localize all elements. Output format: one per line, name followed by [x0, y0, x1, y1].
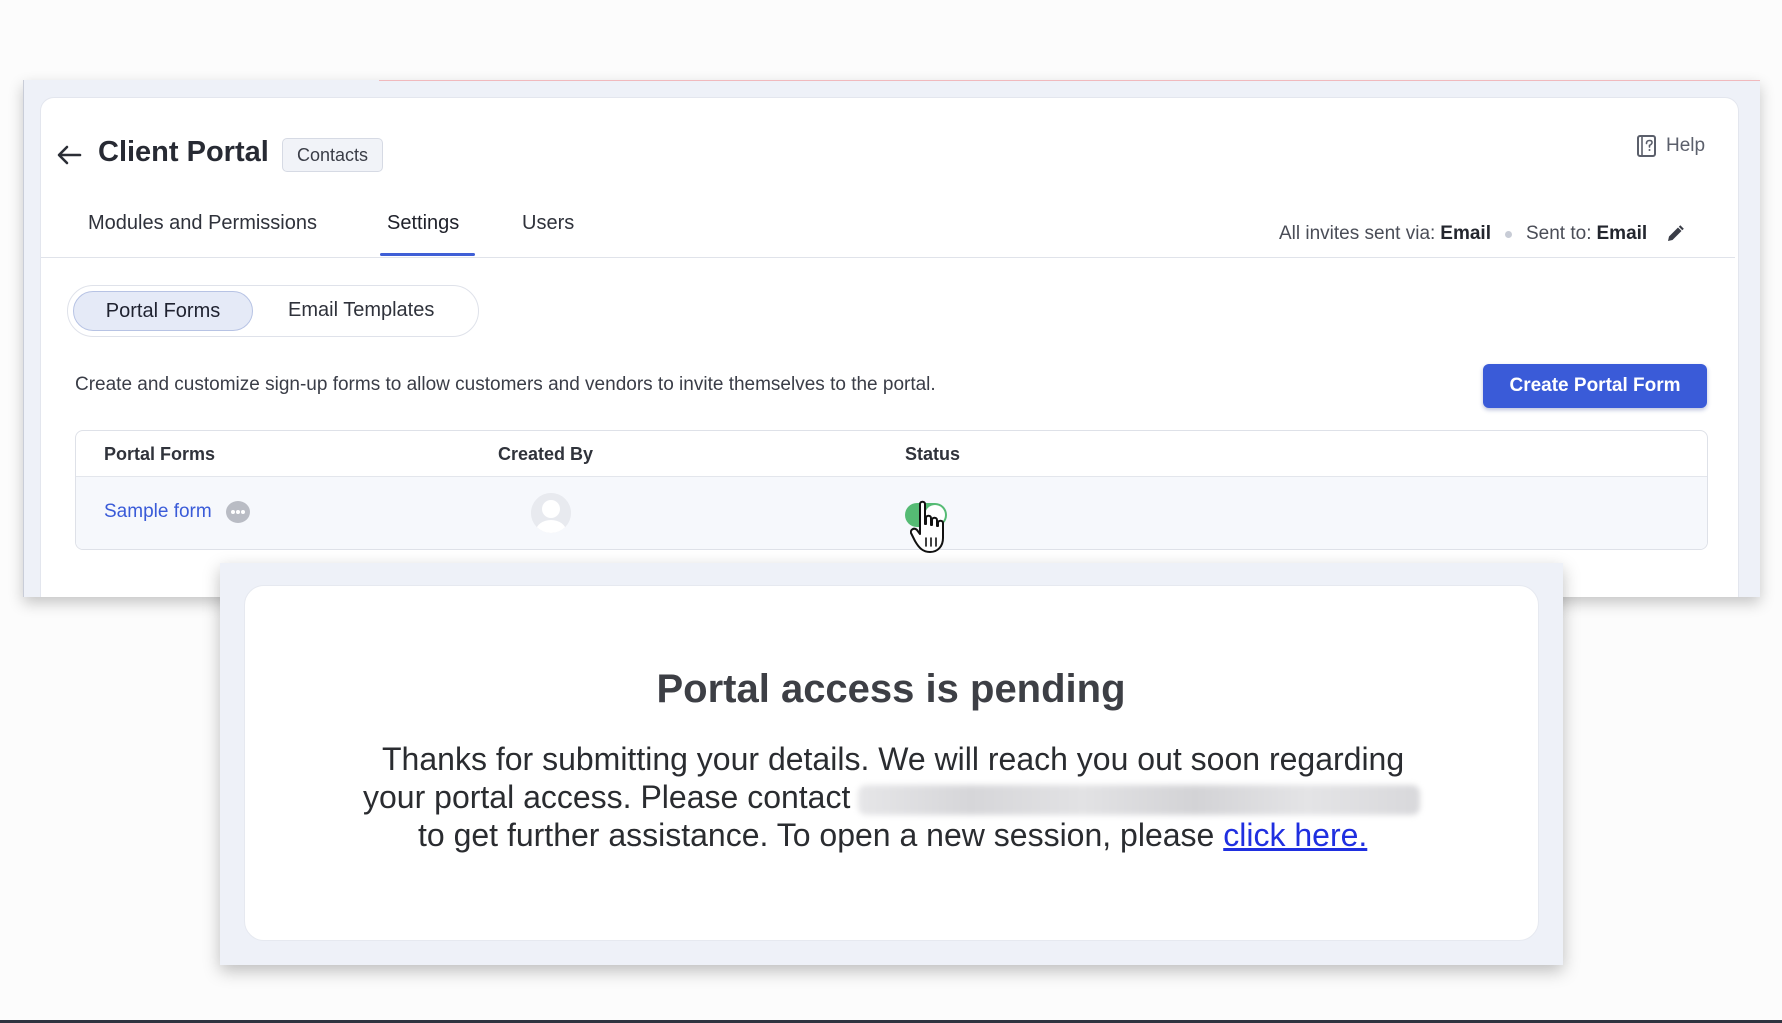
table-header: Portal Forms Created By Status: [76, 431, 1707, 477]
invite-settings: All invites sent via: Email Sent to: Ema…: [1279, 223, 1685, 245]
form-name-link[interactable]: Sample form: [104, 501, 212, 523]
pencil-edit-icon[interactable]: [1665, 224, 1685, 244]
tab-settings[interactable]: Settings: [387, 212, 459, 235]
back-arrow-icon[interactable]: [56, 144, 82, 166]
separator-dot: [1505, 230, 1512, 238]
notice-line-1: Thanks for submitting your details. We w…: [382, 741, 1405, 777]
notice-line-3: to get further assistance. To open a new…: [418, 816, 1367, 854]
user-avatar-icon: [531, 493, 571, 533]
create-portal-form-button[interactable]: Create Portal Form: [1483, 364, 1707, 408]
help-label: Help: [1666, 135, 1706, 156]
active-tab-indicator: [380, 253, 475, 256]
segment-portal-forms[interactable]: Portal Forms: [73, 291, 253, 331]
notice-line-2-text: your portal access. Please contact: [363, 779, 851, 815]
tab-modules-and-permissions[interactable]: Modules and Permissions: [88, 212, 317, 235]
sent-to-label: Sent to:: [1526, 223, 1592, 244]
invites-via-label: All invites sent via:: [1279, 223, 1436, 244]
hand-pointer-cursor-icon: [910, 500, 944, 553]
table-row: Sample form: [76, 477, 1707, 549]
redacted-email: [858, 784, 1421, 815]
module-badge: Contacts: [282, 138, 384, 172]
column-header-created-by: Created By: [498, 444, 594, 464]
click-here-link[interactable]: click here.: [1223, 817, 1367, 853]
column-header-portal-forms: Portal Forms: [104, 444, 216, 464]
segment-email-templates[interactable]: Email Templates: [288, 291, 434, 329]
more-options-icon[interactable]: [226, 501, 250, 523]
section-description: Create and customize sign-up forms to al…: [75, 374, 936, 395]
notice-line-2: your portal access. Please contact: [363, 778, 1421, 816]
form-type-switcher: Portal Forms Email Templates: [67, 285, 479, 337]
notice-line-3-text: to get further assistance. To open a new…: [418, 817, 1215, 853]
notice-title: Portal access is pending: [656, 667, 1126, 711]
page-title: Client Portal: [98, 136, 269, 168]
tabs-divider: [41, 257, 1735, 258]
tab-users[interactable]: Users: [522, 212, 574, 235]
column-header-status: Status: [905, 444, 961, 464]
sent-to-value: Email: [1596, 223, 1648, 244]
help-link[interactable]: Help: [1636, 132, 1705, 160]
help-book-icon: [1637, 135, 1656, 157]
invites-via-value: Email: [1440, 223, 1491, 244]
portal-forms-table: Portal Forms Created By Status Sample fo…: [75, 430, 1708, 550]
